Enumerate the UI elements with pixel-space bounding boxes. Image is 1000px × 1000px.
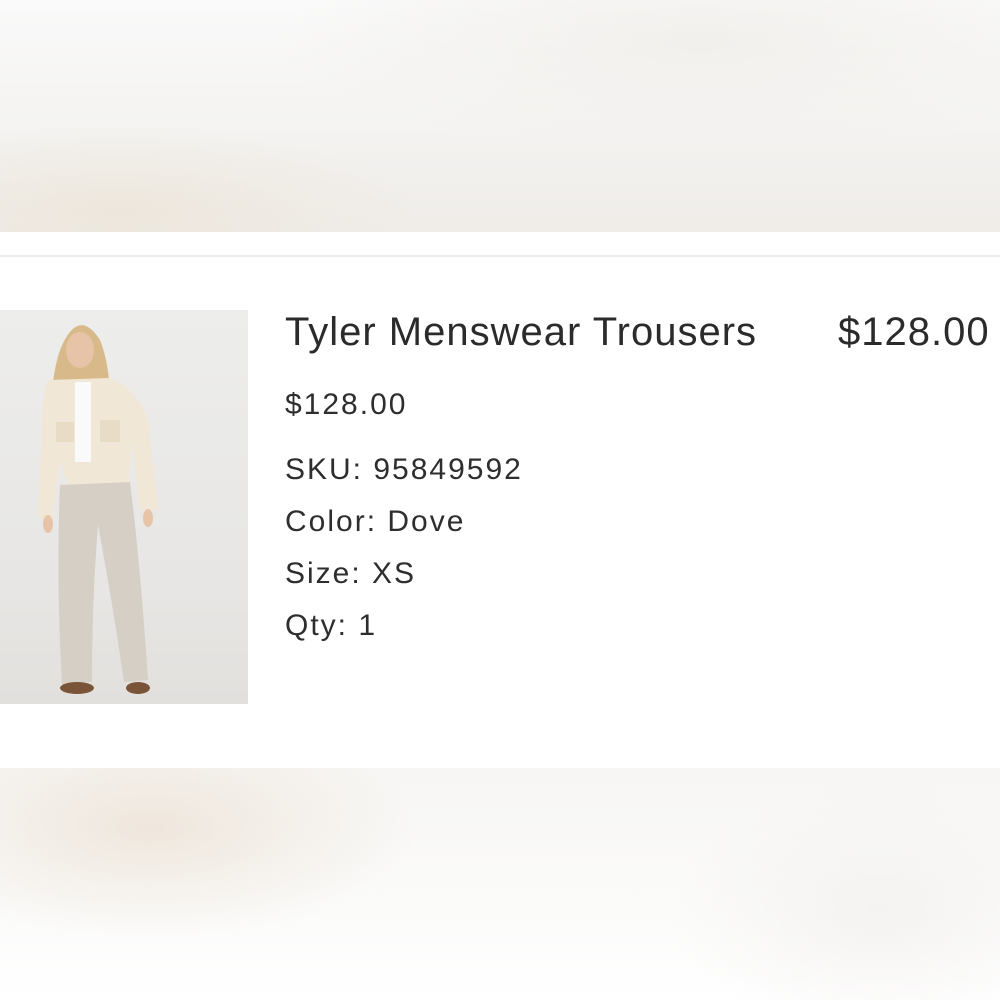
qty-row: Qty: 1 xyxy=(285,609,377,643)
color-value: Dove xyxy=(387,505,466,538)
section-divider xyxy=(0,255,1000,257)
size-label: Size: xyxy=(285,557,362,590)
product-title[interactable]: Tyler Menswear Trousers xyxy=(285,310,757,355)
color-label: Color: xyxy=(285,505,378,538)
sku-value: 95849592 xyxy=(373,453,523,486)
size-row: Size: XS xyxy=(285,557,416,591)
sku-row: SKU: 95849592 xyxy=(285,453,523,487)
size-value: XS xyxy=(372,557,417,590)
product-image[interactable] xyxy=(0,310,248,704)
sku-label: SKU: xyxy=(285,453,364,486)
qty-label: Qty: xyxy=(285,609,349,642)
color-row: Color: Dove xyxy=(285,505,465,539)
blurred-background-bottom xyxy=(0,768,1000,1000)
unit-price: $128.00 xyxy=(285,388,408,421)
blurred-background-top xyxy=(0,0,1000,232)
line-total-price: $128.00 xyxy=(838,310,990,354)
qty-value: 1 xyxy=(358,609,378,642)
